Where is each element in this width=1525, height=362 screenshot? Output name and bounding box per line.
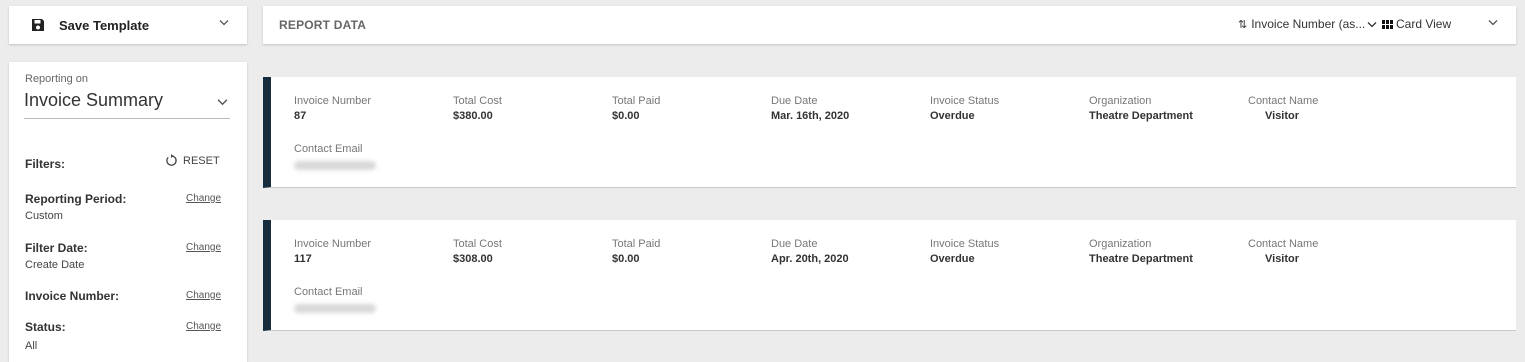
due-date-value: Mar. 16th, 2020 <box>771 110 850 122</box>
sort-dropdown[interactable]: ⇅ Invoice Number (as... <box>1238 17 1377 31</box>
field-label: Invoice Status <box>930 95 1000 107</box>
total-cost-field: Total Cost $308.00 <box>453 238 502 265</box>
contact-name-value: Visitor <box>1265 253 1300 265</box>
total-paid-value: $0.00 <box>612 110 640 122</box>
filter-label-invoice-number: Invoice Number: <box>25 289 120 303</box>
due-date-value: Apr. 20th, 2020 <box>771 253 849 265</box>
invoice-status-field: Invoice Status Overdue <box>930 95 999 122</box>
field-label: Due Date <box>771 238 818 250</box>
invoice-card[interactable]: Invoice Number 87 Total Cost $380.00 Tot… <box>263 77 1516 188</box>
filters-label: Filters: <box>25 157 66 171</box>
field-label: Invoice Number <box>294 95 372 107</box>
redacted-email <box>294 161 376 170</box>
field-label: Contact Email <box>294 286 363 298</box>
chevron-down-icon[interactable] <box>1488 19 1498 26</box>
field-label: Total Paid <box>612 95 661 107</box>
filter-label-filter-date: Filter Date: <box>25 241 88 255</box>
field-label: Total Paid <box>612 238 661 250</box>
contact-email-field: Contact Email <box>294 286 376 313</box>
field-label: Total Cost <box>453 238 502 250</box>
organization-field: Organization Theatre Department <box>1089 95 1193 122</box>
view-label: Card View <box>1396 17 1452 31</box>
field-label: Due Date <box>771 95 818 107</box>
field-label: Organization <box>1089 238 1152 250</box>
contact-name-field: Contact Name Visitor <box>1248 95 1318 122</box>
field-label: Invoice Status <box>930 238 1000 250</box>
report-data-header: REPORT DATA ⇅ Invoice Number (as... Card… <box>263 6 1516 44</box>
sort-label: Invoice Number (as... <box>1251 17 1366 31</box>
field-label: Total Cost <box>453 95 502 107</box>
due-date-field: Due Date Apr. 20th, 2020 <box>771 238 849 265</box>
field-label: Contact Email <box>294 143 363 155</box>
reporting-on-select[interactable]: Invoice Summary <box>24 90 230 119</box>
organization-field: Organization Theatre Department <box>1089 238 1193 265</box>
invoice-number-field: Invoice Number 117 <box>294 238 371 265</box>
invoice-status-field: Invoice Status Overdue <box>930 238 999 265</box>
change-filter-date-link[interactable]: Change <box>186 242 221 253</box>
field-label: Contact Name <box>1248 238 1319 250</box>
reset-icon <box>166 154 177 166</box>
organization-value: Theatre Department <box>1089 253 1193 265</box>
invoice-number-value: 117 <box>294 253 312 265</box>
reporting-on-label: Reporting on <box>25 73 88 85</box>
invoice-status-value: Overdue <box>930 253 975 265</box>
due-date-field: Due Date Mar. 16th, 2020 <box>771 95 849 122</box>
change-status-link[interactable]: Change <box>186 321 221 332</box>
reset-label: RESET <box>183 154 220 167</box>
redacted-email <box>294 304 376 313</box>
total-cost-field: Total Cost $380.00 <box>453 95 502 122</box>
invoice-status-value: Overdue <box>930 110 975 122</box>
total-paid-value: $0.00 <box>612 253 640 265</box>
filter-value-status: All <box>25 340 38 352</box>
chevron-down-icon <box>217 99 228 106</box>
contact-name-field: Contact Name Visitor <box>1248 238 1318 265</box>
total-paid-field: Total Paid $0.00 <box>612 238 660 265</box>
filter-label-reporting-period: Reporting Period: <box>25 192 127 206</box>
invoice-card[interactable]: Invoice Number 117 Total Cost $308.00 To… <box>263 220 1516 331</box>
filter-label-status: Status: <box>25 320 66 334</box>
field-label: Contact Name <box>1248 95 1319 107</box>
invoice-number-value: 87 <box>294 110 307 122</box>
save-template-label: Save Template <box>59 17 150 33</box>
filter-value-filter-date: Create Date <box>25 259 85 271</box>
reset-button[interactable]: RESET <box>165 154 220 167</box>
organization-value: Theatre Department <box>1089 110 1193 122</box>
field-label: Invoice Number <box>294 238 372 250</box>
save-template-button[interactable]: Save Template <box>9 6 247 44</box>
total-cost-value: $308.00 <box>453 253 493 265</box>
invoice-number-field: Invoice Number 87 <box>294 95 371 122</box>
total-paid-field: Total Paid $0.00 <box>612 95 660 122</box>
filter-value-reporting-period: Custom <box>25 210 63 222</box>
contact-name-value: Visitor <box>1265 110 1300 122</box>
grid-icon <box>1382 19 1393 29</box>
view-toggle[interactable]: Card View <box>1382 17 1451 31</box>
change-reporting-period-link[interactable]: Change <box>186 193 221 204</box>
report-data-title: REPORT DATA <box>279 18 367 32</box>
chevron-down-icon[interactable] <box>219 19 229 26</box>
filter-sidebar: Reporting on Invoice Summary Filters: RE… <box>9 62 247 362</box>
field-label: Organization <box>1089 95 1152 107</box>
sort-icon: ⇅ <box>1238 18 1248 31</box>
change-invoice-number-link[interactable]: Change <box>186 290 221 301</box>
reporting-on-value: Invoice Summary <box>24 90 164 110</box>
total-cost-value: $380.00 <box>453 110 493 122</box>
contact-email-field: Contact Email <box>294 143 376 170</box>
floppy-disk-icon <box>32 19 44 31</box>
chevron-down-icon <box>1367 21 1377 27</box>
